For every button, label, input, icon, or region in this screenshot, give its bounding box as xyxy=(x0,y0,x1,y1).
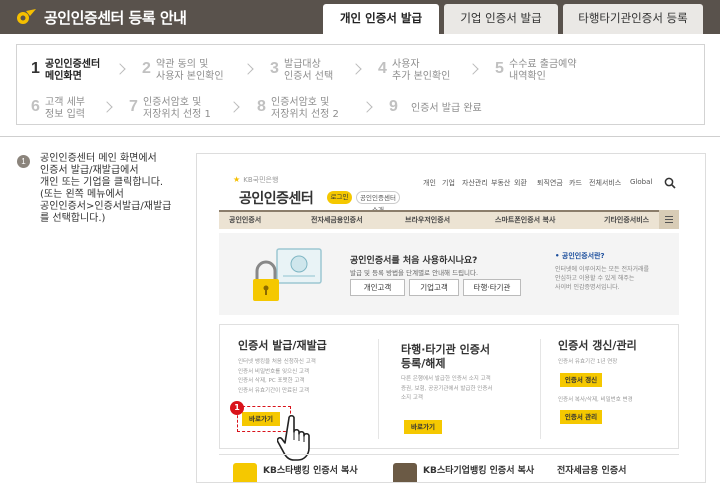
tab-personal-cert[interactable]: 개인 인증서 발급 xyxy=(323,4,439,34)
cert-info-desc: 인터넷에 이루어지는 모든 전자거래를 안심하고 이용할 수 있게 해주는 사이… xyxy=(555,266,650,291)
chevron-right-icon xyxy=(114,63,126,75)
menu-icon[interactable] xyxy=(659,210,679,229)
tax-cert-link[interactable]: 전자세금용 인증서 xyxy=(557,463,626,476)
instruction-text: 공인인증센터 메인 화면에서 인증서 발급/재발급에서 개인 또는 기업을 클릭… xyxy=(40,153,172,224)
manage-button[interactable]: 인증서 관리 xyxy=(560,410,602,424)
mainnav-cert[interactable]: 공인인증서 xyxy=(229,215,261,225)
manage-desc: 인증서 복사/삭제, 비밀번호 변경 xyxy=(558,397,633,403)
nav-personal[interactable]: 개인 xyxy=(423,178,436,188)
hero-question: 공인인증서를 처음 사용하시나요? xyxy=(350,256,478,266)
intro-button[interactable]: 공인인증센터 소개 xyxy=(356,191,400,214)
chevron-right-icon xyxy=(350,63,362,75)
padlock-icon xyxy=(253,248,322,301)
personal-guide-button[interactable]: 개인고객 xyxy=(350,279,405,296)
nav-pension[interactable]: 퇴직연금 xyxy=(537,178,563,188)
nav-global[interactable]: Global xyxy=(630,178,652,186)
issue-title: 인증서 발급/재발급 xyxy=(238,339,327,352)
steps-panel: 1 공인인증센터 메인화면 2 약관 동의 및 사용자 본인확인 3 발급대상 인증서… xyxy=(16,44,705,125)
page-title: 공인인증센터 등록 안내 xyxy=(44,9,187,27)
business-guide-button[interactable]: 기업고객 xyxy=(409,279,459,296)
nav-all-services[interactable]: 전체서비스 xyxy=(589,178,621,188)
star-banking-copy[interactable]: KB스타뱅킹 인증서 복사 xyxy=(263,463,358,476)
register-goto-button[interactable]: 바로가기 xyxy=(404,420,442,434)
star-business-copy[interactable]: KB스타기업뱅킹 인증서 복사 xyxy=(423,463,534,476)
kb-star-icon xyxy=(233,463,257,482)
cert-info-title[interactable]: • 공인인증서란? xyxy=(555,251,605,261)
renew-button[interactable]: 인증서 갱신 xyxy=(560,373,602,387)
bank-logo: ★ KB국민은행 xyxy=(233,175,279,185)
chevron-right-icon xyxy=(101,101,113,113)
nav-realestate[interactable]: 부동산 xyxy=(491,178,510,188)
nav-card[interactable]: 카드 xyxy=(569,178,582,188)
column-divider xyxy=(378,339,379,439)
mainnav-browser-cert[interactable]: 브라우저인증서 xyxy=(405,215,450,225)
register-title: 타행·타기관 인증서 등록/해제 xyxy=(401,343,490,370)
other-bank-guide-button[interactable]: 타행·타기관 xyxy=(463,279,521,296)
nav-asset[interactable]: 자산관리 xyxy=(462,178,488,188)
bottom-services: KB스타뱅킹 인증서 복사 KB스타기업뱅킹 인증서 복사 전자세금용 인증서 xyxy=(219,454,679,482)
login-button[interactable]: 로그인 xyxy=(327,191,352,204)
star-icon: ★ xyxy=(233,175,241,184)
search-icon[interactable] xyxy=(664,177,676,189)
kb-business-icon xyxy=(393,463,417,482)
chevron-right-icon xyxy=(467,63,479,75)
step-number-badge: 1 xyxy=(17,155,30,168)
intro-banner: 공인인증서를 처음 사용하시나요? 발급 및 등록 방법을 단계별로 안내해 드… xyxy=(219,233,679,315)
callout-badge: 1 xyxy=(230,401,244,415)
tab-business-cert[interactable]: 기업 인증서 발급 xyxy=(444,4,558,34)
mainnav-other[interactable]: 기타인증서비스 xyxy=(604,215,649,225)
section-divider xyxy=(0,136,720,137)
mainnav-smartphone-copy[interactable]: 스마트폰인증서 복사 xyxy=(495,215,555,225)
main-nav: 공인인증서 전자세금용인증서 브라우저인증서 스마트폰인증서 복사 기타인증서비… xyxy=(219,210,679,229)
site-preview: ★ KB국민은행 공인인증센터 로그인 공인인증센터 소개 개인 기업 자산관리… xyxy=(196,153,706,483)
top-header: 공인인증센터 등록 안내 개인 인증서 발급 기업 인증서 발급 타행타기관인증… xyxy=(0,0,720,34)
renew-title: 인증서 갱신/관리 xyxy=(558,339,637,352)
chevron-right-icon xyxy=(242,63,254,75)
chevron-right-icon xyxy=(228,101,240,113)
register-desc: 다른 은행에서 발급한 인증서 소지 고객 증권, 보험, 공공기관에서 발급한… xyxy=(401,376,493,401)
nav-business[interactable]: 기업 xyxy=(442,178,455,188)
issue-desc: 인터넷 뱅킹을 처음 신청하신 고객 인증서 비밀번호를 잊으신 고객 인증서 … xyxy=(238,359,316,394)
site-title: 공인인증센터 xyxy=(239,191,314,207)
kb-logo-icon xyxy=(17,9,36,24)
nav-forex[interactable]: 외환 xyxy=(514,178,527,188)
tab-other-bank-cert[interactable]: 타행타기관인증서 등록 xyxy=(563,4,703,34)
renew-desc: 인증서 유효기간 1년 연장 xyxy=(558,359,618,365)
hero-subtitle: 발급 및 등록 방법을 단계별로 안내해 드립니다. xyxy=(350,269,479,277)
column-divider xyxy=(540,339,541,439)
chevron-right-icon xyxy=(361,101,373,113)
mainnav-tax-cert[interactable]: 전자세금용인증서 xyxy=(311,215,363,225)
